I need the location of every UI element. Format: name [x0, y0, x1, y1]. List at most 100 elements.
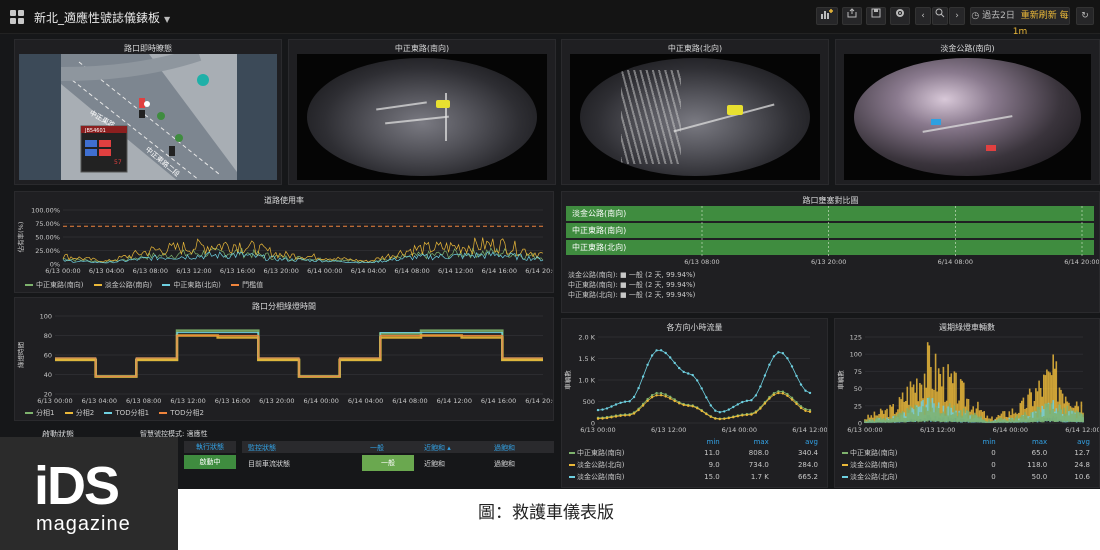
y-tick-label: 1.0 K: [578, 377, 595, 385]
x-tick-label: 6/14 00:00: [307, 267, 342, 275]
share-icon[interactable]: [842, 7, 862, 25]
gear-icon[interactable]: [890, 7, 910, 25]
camera-feed-2[interactable]: [570, 54, 820, 180]
legend-item[interactable]: 淡金公路(南向): [93, 280, 152, 290]
occupancy-chart[interactable]: 100.00%75.00%50.00%25.00%0%6/13 00:00 6/1…: [15, 192, 554, 282]
data-bar: [988, 419, 990, 423]
data-bar: [955, 412, 957, 422]
data-bar: [1036, 406, 1039, 422]
data-bar: [916, 406, 918, 422]
data-bar: [1002, 419, 1004, 423]
data-bar: [1066, 405, 1069, 422]
data-bar: [1011, 418, 1014, 423]
fisheye-image: [307, 57, 537, 177]
data-bar: [892, 418, 894, 423]
legend-item[interactable]: 中正東路(北向): [162, 280, 221, 290]
data-bar: [887, 420, 890, 423]
table-row[interactable]: 淡金公路(北向) 0 50.0 10.6: [839, 471, 1093, 483]
x-tick-label: 6/13 12:00: [176, 267, 211, 275]
data-bar: [1014, 417, 1017, 423]
data-bar: [1010, 417, 1012, 423]
data-bar: [1058, 404, 1061, 422]
timeline-axis: 6/13 08:00 6/13 20:00 6/14 08:00 6/14 20:00: [684, 206, 1099, 266]
data-bar: [879, 417, 882, 423]
x-tick-label: 6/13 16:00: [220, 267, 255, 275]
data-bar: [1039, 412, 1042, 422]
x-tick-label: 6/13 12:00: [920, 426, 955, 434]
dashboard-grid-icon[interactable]: [10, 10, 24, 24]
y-tick-label: 1.5 K: [578, 355, 595, 363]
data-bar: [1050, 402, 1053, 421]
zoom-out-icon[interactable]: [932, 7, 948, 25]
x-tick-label: 6/13 08:00: [133, 267, 168, 275]
data-bar: [972, 414, 974, 423]
data-bar: [865, 421, 868, 423]
table-row[interactable]: 中正東路(南向) 0 65.0 12.7: [839, 447, 1093, 459]
table-row[interactable]: 淡金公路(南向) 0 118.0 24.8: [839, 459, 1093, 471]
legend-item[interactable]: TOD分相2: [159, 408, 204, 418]
data-bar: [959, 410, 962, 422]
column-header[interactable]: 近飽和 ▴: [424, 443, 451, 453]
y-tick-label: 60: [44, 352, 52, 360]
chevron-right-icon[interactable]: ›: [949, 7, 965, 25]
refresh-icon[interactable]: ↻: [1076, 7, 1094, 25]
data-bar: [1082, 414, 1084, 423]
data-bar: [886, 418, 888, 423]
chevron-left-icon[interactable]: ‹: [915, 7, 931, 25]
legend-item[interactable]: 分相1: [25, 408, 54, 418]
data-bar: [1041, 416, 1043, 423]
data-bar: [881, 419, 884, 423]
intersection-map[interactable]: 中正東路一段 中正東路二段 JB54601 57: [19, 54, 277, 180]
data-bar: [1046, 403, 1048, 421]
cycle-flow-panel: 週期綠燈車輛數 125 100 75 50 25 0 6/13 00:00 6/13 12:0…: [834, 318, 1100, 488]
data-bar: [1080, 413, 1083, 423]
data-bar: [1013, 420, 1015, 423]
camera-feed-1[interactable]: [297, 54, 547, 180]
save-icon[interactable]: [866, 7, 886, 25]
data-bar: [1069, 408, 1072, 422]
column-header[interactable]: 監控狀態: [248, 443, 276, 453]
data-bar: [994, 420, 996, 423]
y-tick-label: 50.00%: [35, 234, 60, 242]
data-bar: [980, 416, 982, 423]
x-tick-label: 6/13 12:00: [170, 397, 205, 405]
legend-item[interactable]: TOD分相1: [104, 408, 149, 418]
table-row[interactable]: 中正東路(南向) 11.0 808.0 340.4: [566, 447, 821, 459]
data-bar: [1071, 413, 1073, 423]
hourly-flow-chart[interactable]: 2.0 K1.5 K1.0 K50006/13 00:00 6/13 12:00 6…: [562, 319, 828, 437]
column-header[interactable]: 過飽和: [494, 443, 515, 453]
legend-item[interactable]: 分相2: [64, 408, 94, 418]
data-bar: [876, 417, 879, 423]
legend-item[interactable]: 中正東路(南向): [25, 280, 83, 290]
x-tick-label: 6/14 08:00: [394, 267, 429, 275]
phase-chart[interactable]: 100806040206/13 00:00 6/13 04:00 6/13 08:0…: [15, 298, 554, 408]
x-tick-label: 6/13 20:00: [259, 397, 294, 405]
table-row[interactable]: 淡金公路(南向) 15.0 1.7 K 665.2: [566, 471, 821, 483]
data-bar: [939, 374, 942, 419]
series-line: [597, 392, 811, 420]
cycle-flow-chart[interactable]: 12510075502506/13 00:00 6/13 12:00 6/14 00…: [835, 319, 1100, 437]
dashboard-title-button[interactable]: 新北_適應性號誌儀錶板 ▼: [34, 9, 170, 26]
x-tick-label: 6/14 12:00: [792, 426, 827, 434]
data-bar: [977, 416, 979, 423]
column-header[interactable]: 一般: [370, 443, 384, 453]
data-bar: [950, 414, 953, 423]
data-bar: [934, 407, 937, 422]
data-bar: [864, 420, 866, 423]
data-bar: [948, 403, 951, 421]
data-bar: [870, 419, 873, 423]
data-bar: [1033, 410, 1036, 422]
legend-item[interactable]: 門檻值: [231, 280, 263, 290]
data-bar: [1077, 412, 1080, 422]
camera-feed-3[interactable]: [844, 54, 1091, 180]
add-panel-icon[interactable]: [816, 7, 838, 25]
data-bar: [926, 410, 929, 422]
data-bar: [1044, 403, 1047, 421]
time-range-picker[interactable]: ◷ 過去2日 重新刷新 每 1m: [970, 7, 1070, 37]
data-bar: [937, 408, 940, 422]
data-bar: [931, 407, 934, 422]
data-bar: [966, 409, 968, 422]
data-bar: [911, 412, 913, 422]
table-row[interactable]: 淡金公路(北向) 9.0 734.0 284.0: [566, 459, 821, 471]
data-bar: [1035, 412, 1037, 422]
